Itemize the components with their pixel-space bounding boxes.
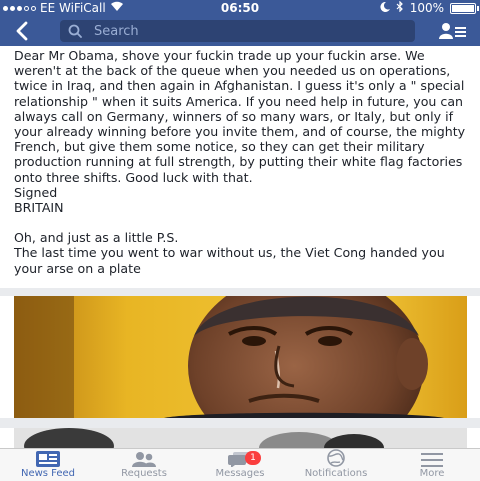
requests-icon	[96, 449, 192, 467]
tab-messages[interactable]: Messages 1	[192, 449, 288, 481]
messages-icon	[192, 449, 288, 467]
search-input[interactable]	[92, 22, 396, 40]
battery-percent: 100%	[409, 1, 444, 15]
post-ps-body: The last time you went to war without us…	[14, 245, 445, 276]
tab-more[interactable]: More	[384, 449, 480, 481]
unread-badge: 1	[245, 451, 261, 465]
tab-label: Messages	[215, 468, 265, 479]
post-signature: BRITAIN	[14, 200, 64, 216]
battery-icon	[450, 2, 479, 14]
moon-icon	[380, 1, 390, 15]
battery-fill	[452, 4, 474, 12]
next-post-photo-preview[interactable]	[14, 428, 467, 450]
post-paragraph: Dear Mr Obama, shove your fuckin trade u…	[14, 48, 466, 185]
back-button[interactable]	[10, 19, 34, 43]
post-photo[interactable]	[14, 296, 467, 418]
chevron-left-icon	[16, 21, 28, 41]
friend-list-button[interactable]	[438, 20, 468, 42]
status-right-group: 100%	[380, 0, 479, 15]
people-list-icon	[439, 23, 466, 39]
tab-label: Requests	[121, 468, 167, 479]
search-icon	[68, 24, 82, 38]
tab-news-feed[interactable]: News Feed	[0, 449, 96, 481]
feed-separator	[0, 288, 480, 296]
news-feed-icon	[0, 449, 96, 467]
tab-label: Notifications	[304, 468, 368, 479]
tab-requests[interactable]: Requests	[96, 449, 192, 481]
more-icon	[384, 449, 480, 467]
status-bar: EE WiFiCall 06:50 100%	[0, 0, 480, 16]
tab-label: News Feed	[20, 468, 76, 479]
post-ps-intro: Oh, and just as a little P.S.	[14, 230, 179, 246]
tab-label: More	[419, 468, 445, 479]
navigation-bar	[0, 16, 480, 46]
portrait-illustration	[14, 296, 467, 418]
search-bar[interactable]	[60, 20, 415, 42]
next-photo-illustration	[14, 428, 467, 450]
notifications-icon	[288, 449, 384, 467]
post-signed-line: Signed	[14, 184, 58, 200]
post-body: Dear Mr Obama, shove your fuckin trade u…	[14, 48, 470, 276]
tab-notifications[interactable]: Notifications	[288, 449, 384, 481]
tab-bar: News Feed Requests Messages 1 Notificati…	[0, 448, 480, 481]
feed-separator	[0, 418, 480, 428]
bluetooth-icon	[396, 0, 404, 15]
